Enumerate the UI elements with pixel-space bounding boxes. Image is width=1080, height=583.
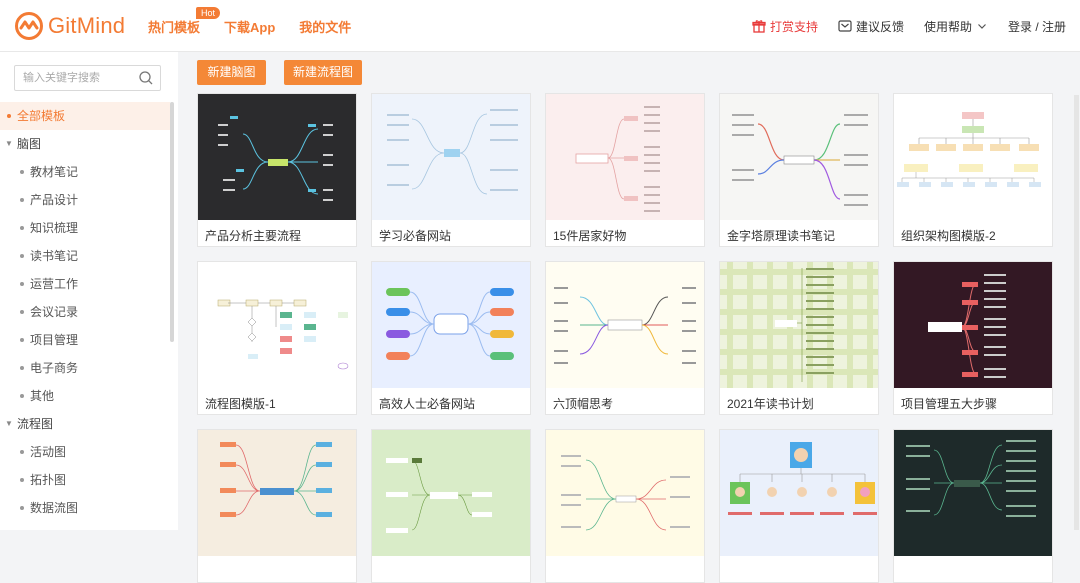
new-flowchart-button[interactable]: 新建流程图 [284, 60, 362, 85]
reward-label: 打赏支持 [769, 19, 818, 34]
sidebar: 全部模板 ▼ 脑图 教材笔记 产品设计 知识梳理 读书笔记 运营工作 会议记录 项… [0, 52, 178, 530]
sidebar-item-dataflow[interactable]: 数据流图 [0, 494, 170, 522]
feedback-icon [838, 20, 852, 32]
card-title: 金字塔原理读书笔记 [727, 229, 836, 243]
help-label: 使用帮助 [923, 19, 972, 34]
main-scrollbar[interactable] [1074, 95, 1079, 530]
template-card[interactable] [545, 429, 705, 583]
template-card[interactable] [719, 429, 879, 583]
sidebar-item-other[interactable]: 其他 [0, 382, 170, 410]
template-card[interactable]: 15件居家好物 [545, 93, 705, 247]
help-menu[interactable]: 使用帮助 [924, 18, 988, 35]
chevron-down-icon [978, 24, 986, 29]
right-nav: 打赏支持 建议反馈 使用帮助 登录 / 注册 [752, 0, 1080, 52]
dark-mindmap-thumbnail [198, 94, 356, 220]
template-card[interactable] [197, 429, 357, 583]
sidebar-item-activity[interactable]: 活动图 [0, 438, 170, 466]
sidebar-item-topology[interactable]: 拓扑图 [0, 466, 170, 494]
card-title: 流程图模版-1 [205, 397, 276, 411]
hot-badge: Hot [196, 6, 221, 19]
sidebar-item-project-mgmt[interactable]: 项目管理 [0, 326, 170, 354]
new-mindmap-button[interactable]: 新建脑图 [197, 60, 266, 85]
green-grid-thumbnail [720, 262, 878, 388]
search-box [14, 65, 161, 91]
sidebar-group-mindmap[interactable]: ▼ 脑图 [0, 130, 170, 158]
template-card[interactable]: 产品分析主要流程 [197, 93, 357, 247]
template-card[interactable]: 组织架构图模版-2 [893, 93, 1053, 247]
sidebar-group-label: 脑图 [17, 137, 42, 151]
main-nav: 热门模板 Hot 下载App 我的文件 [148, 0, 375, 52]
sidebar-item-all[interactable]: 全部模板 [0, 102, 170, 130]
caret-down-icon: ▼ [5, 419, 13, 428]
sidebar-item-product-design[interactable]: 产品设计 [0, 186, 170, 214]
light-blue-mindmap-thumbnail [372, 94, 530, 220]
card-title: 项目管理五大步骤 [901, 397, 998, 411]
reward-link[interactable]: 打赏支持 [752, 18, 818, 35]
nav-hot-templates[interactable]: 热门模板 Hot [148, 6, 221, 36]
template-card[interactable]: 2021年读书计划 [719, 261, 879, 415]
template-card[interactable]: 项目管理五大步骤 [893, 261, 1053, 415]
caret-down-icon: ▼ [5, 139, 13, 148]
template-card[interactable] [893, 429, 1053, 583]
colorful-mindmap-thumbnail [720, 94, 878, 220]
sidebar-scrollbar[interactable] [170, 102, 174, 342]
template-card[interactable]: 金字塔原理读书笔记 [719, 93, 879, 247]
sidebar-item-ecommerce[interactable]: 电子商务 [0, 354, 170, 382]
gift-icon [752, 20, 766, 33]
card-title: 产品分析主要流程 [205, 229, 302, 243]
card-title: 高效人士必备网站 [379, 397, 476, 411]
nav-download-app[interactable]: 下载App [224, 17, 275, 36]
yellow-mindmap-thumbnail [546, 430, 704, 556]
dark-green-thumbnail [894, 430, 1052, 556]
cream-mindmap-thumbnail [546, 262, 704, 388]
pink-mindmap-thumbnail [546, 94, 704, 220]
logo[interactable]: GitMind [14, 11, 125, 41]
nav-my-files[interactable]: 我的文件 [299, 17, 351, 36]
card-title: 15件居家好物 [553, 229, 627, 243]
template-card[interactable]: 高效人士必备网站 [371, 261, 531, 415]
top-bar: GitMind 热门模板 Hot 下载App 我的文件 打赏支持 建议反馈 使用… [0, 0, 1080, 52]
sidebar-item-reading-notes[interactable]: 读书笔记 [0, 242, 170, 270]
card-title: 六顶帽思考 [553, 397, 614, 411]
search-input[interactable] [15, 66, 135, 90]
template-card[interactable]: 流程图模版-1 [197, 261, 357, 415]
feedback-link[interactable]: 建议反馈 [838, 18, 904, 35]
sidebar-group-flowchart[interactable]: ▼ 流程图 [0, 410, 170, 438]
feedback-label: 建议反馈 [855, 19, 904, 34]
sidebar-item-knowledge[interactable]: 知识梳理 [0, 214, 170, 242]
gitmind-logo-icon [15, 12, 43, 40]
card-title: 学习必备网站 [379, 229, 452, 243]
card-title: 2021年读书计划 [727, 397, 814, 411]
avatar-tree-thumbnail [720, 430, 878, 556]
sidebar-item-meeting-notes[interactable]: 会议记录 [0, 298, 170, 326]
beige-mindmap-thumbnail [198, 430, 356, 556]
blue-mindmap-thumbnail [372, 262, 530, 388]
template-card[interactable]: 学习必备网站 [371, 93, 531, 247]
flowchart-thumbnail [198, 262, 356, 388]
sidebar-group-label: 流程图 [17, 417, 54, 431]
template-card[interactable] [371, 429, 531, 583]
login-register-link[interactable]: 登录 / 注册 [1008, 18, 1066, 35]
nav-hot-templates-label: 热门模板 [148, 19, 201, 35]
brand-name: GitMind [48, 13, 126, 38]
category-list: 全部模板 ▼ 脑图 教材笔记 产品设计 知识梳理 读书笔记 运营工作 会议记录 项… [0, 102, 170, 522]
org-chart-thumbnail [894, 94, 1052, 220]
card-title: 组织架构图模版-2 [901, 229, 996, 243]
green-mindmap-thumbnail [372, 430, 530, 556]
dark-red-thumbnail [894, 262, 1052, 388]
template-card[interactable]: 六顶帽思考 [545, 261, 705, 415]
sidebar-item-textbook-notes[interactable]: 教材笔记 [0, 158, 170, 186]
sidebar-item-operations[interactable]: 运营工作 [0, 270, 170, 298]
search-icon[interactable] [138, 70, 154, 86]
